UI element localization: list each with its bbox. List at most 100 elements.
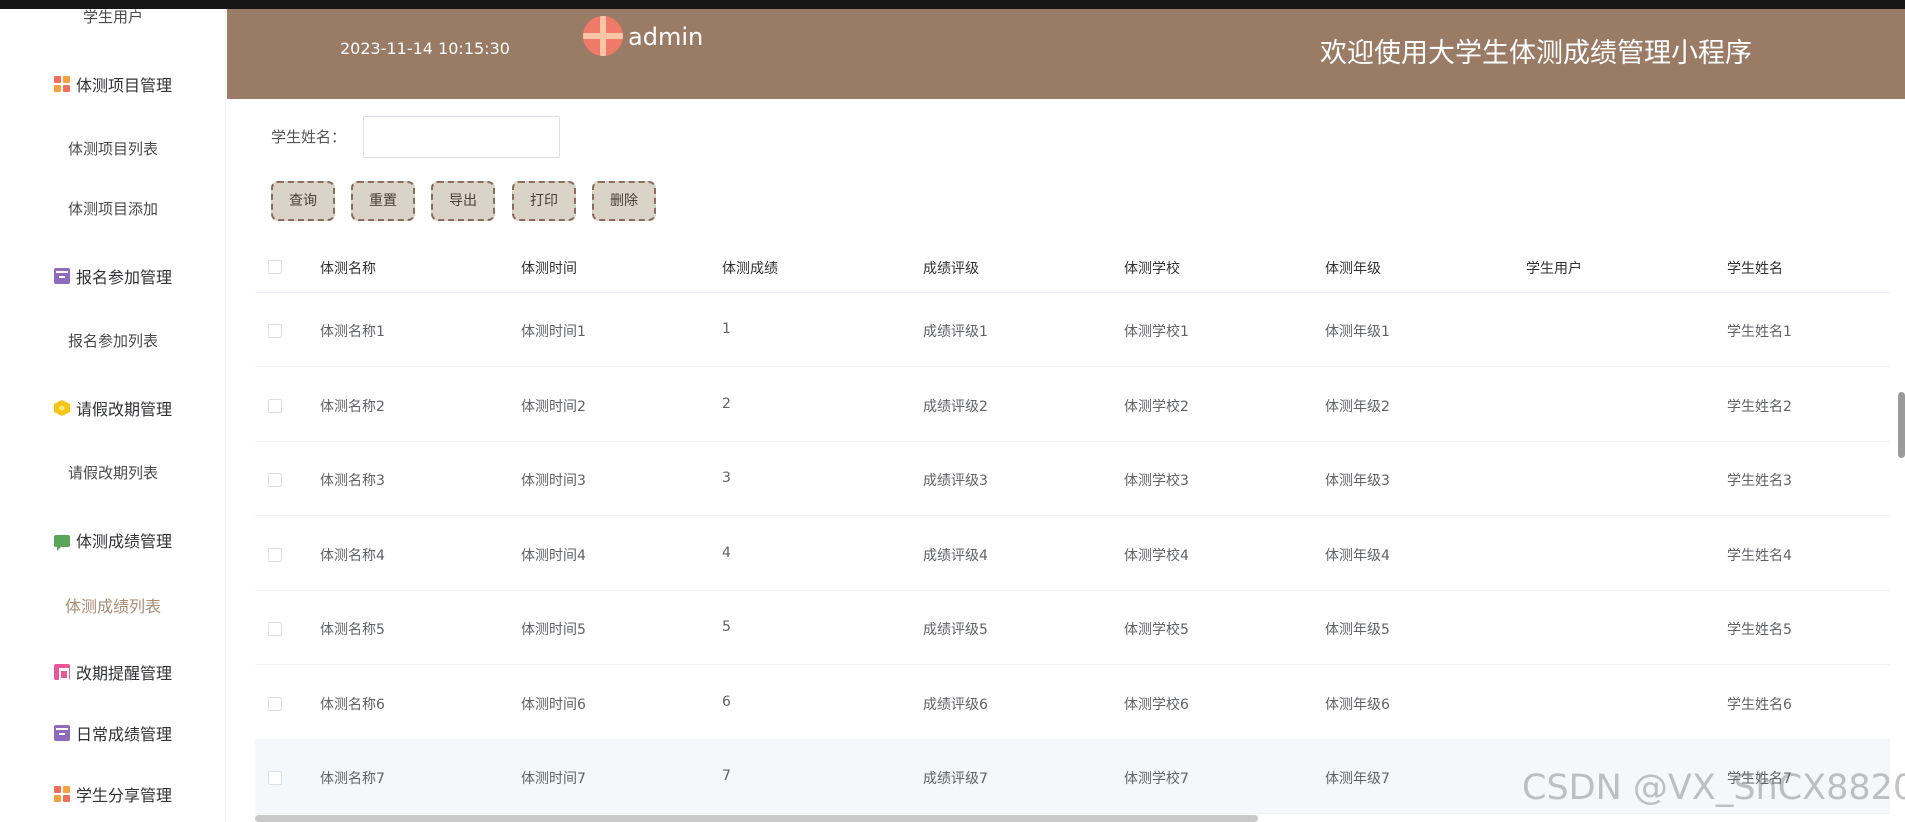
cell-student-name: 学生姓名5 bbox=[1727, 622, 1792, 638]
select-all-checkbox[interactable] bbox=[268, 260, 282, 274]
cell-test-school: 体测学校6 bbox=[1124, 696, 1189, 713]
row-checkbox[interactable] bbox=[268, 398, 282, 413]
row-checkbox[interactable] bbox=[268, 696, 282, 711]
cell-test-name: 体测名称7 bbox=[320, 771, 385, 787]
student-name-search-input[interactable] bbox=[363, 116, 560, 158]
sidebar-item-test-project-add[interactable]: 体测项目添加 bbox=[0, 198, 225, 219]
row-checkbox[interactable] bbox=[268, 771, 282, 785]
column-header-score-grade[interactable]: 成绩评级 bbox=[923, 258, 979, 278]
cell-test-school: 体测学校5 bbox=[1124, 622, 1189, 638]
table-row[interactable]: 体测名称1 体测时间1 1 成绩评级1 体测学校1 体测年级1 学生姓名1 bbox=[255, 293, 1890, 367]
cell-test-score: 6 bbox=[722, 693, 731, 710]
row-checkbox[interactable] bbox=[268, 324, 282, 338]
cell-score-grade: 成绩评级5 bbox=[923, 622, 988, 638]
cell-student-name: 学生姓名1 bbox=[1727, 324, 1792, 340]
column-header-student-user[interactable]: 学生用户 bbox=[1526, 258, 1582, 278]
top-header: 2023-11-14 10:15:30 admin 欢迎使用大学生体测成绩管理小… bbox=[227, 9, 1905, 99]
sidebar: 学生用户 体测项目管理 体测项目列表 体测项目添加 报名参加管理 报名参加列表 … bbox=[0, 9, 226, 822]
sidebar-item-label: 报名参加列表 bbox=[67, 332, 158, 350]
cell-student-name: 学生姓名2 bbox=[1727, 398, 1792, 415]
sidebar-group-leave-reschedule[interactable]: 请假改期管理 bbox=[0, 396, 225, 420]
print-button[interactable]: 打印 bbox=[512, 181, 576, 221]
sidebar-item-student-user[interactable]: 学生用户 bbox=[0, 9, 225, 27]
reset-button[interactable]: 重置 bbox=[351, 181, 415, 221]
column-header-test-name[interactable]: 体测名称 bbox=[320, 258, 376, 278]
cell-test-school: 体测学校3 bbox=[1124, 473, 1189, 489]
cell-score-grade: 成绩评级4 bbox=[923, 547, 988, 564]
sidebar-item-leave-reschedule-list[interactable]: 请假改期列表 bbox=[0, 462, 225, 483]
sidebar-item-label: 学生用户 bbox=[82, 9, 143, 26]
cell-test-score: 7 bbox=[722, 768, 731, 784]
export-button[interactable]: 导出 bbox=[431, 181, 495, 221]
cell-score-grade: 成绩评级2 bbox=[923, 398, 988, 415]
cell-score-grade: 成绩评级3 bbox=[923, 473, 988, 489]
sidebar-group-student-share[interactable]: 学生分享管理 bbox=[0, 782, 225, 806]
avatar[interactable] bbox=[583, 16, 623, 56]
sidebar-group-test-score[interactable]: 体测成绩管理 bbox=[0, 528, 225, 552]
chat-icon bbox=[53, 535, 70, 551]
column-header-test-time[interactable]: 体测时间 bbox=[521, 258, 577, 278]
table-row[interactable]: 体测名称6 体测时间6 6 成绩评级6 体测学校6 体测年级6 学生姓名6 bbox=[255, 666, 1890, 740]
cell-test-score: 4 bbox=[722, 544, 731, 561]
sidebar-group-registration[interactable]: 报名参加管理 bbox=[0, 264, 225, 288]
cell-score-grade: 成绩评级1 bbox=[923, 324, 988, 340]
column-header-test-grade[interactable]: 体测年级 bbox=[1325, 258, 1381, 278]
sidebar-group-test-project[interactable]: 体测项目管理 bbox=[0, 72, 225, 96]
sidebar-item-label: 请假改期列表 bbox=[67, 464, 158, 482]
horizontal-scrollbar[interactable] bbox=[255, 815, 1258, 822]
sidebar-group-label: 日常成绩管理 bbox=[75, 725, 172, 744]
cell-test-grade: 体测年级3 bbox=[1325, 473, 1390, 489]
table-row[interactable]: 体测名称4 体测时间4 4 成绩评级4 体测学校4 体测年级4 学生姓名4 bbox=[255, 517, 1890, 591]
sidebar-item-registration-list[interactable]: 报名参加列表 bbox=[0, 330, 225, 351]
sidebar-group-label: 体测项目管理 bbox=[75, 76, 172, 95]
sidebar-item-test-score-list[interactable]: 体测成绩列表 bbox=[0, 593, 225, 617]
row-checkbox[interactable] bbox=[268, 547, 282, 562]
cell-test-time: 体测时间4 bbox=[521, 547, 586, 564]
table-header-row: 体测名称 体测时间 体测成绩 成绩评级 体测学校 体测年级 学生用户 学生姓名 bbox=[255, 241, 1890, 293]
cell-test-score: 1 bbox=[722, 321, 731, 337]
cell-score-grade: 成绩评级7 bbox=[923, 771, 988, 787]
column-header-test-school[interactable]: 体测学校 bbox=[1124, 258, 1180, 278]
sidebar-group-label: 体测成绩管理 bbox=[75, 532, 172, 551]
cell-test-time: 体测时间1 bbox=[521, 324, 586, 340]
cell-test-time: 体测时间5 bbox=[521, 622, 586, 638]
grid-icon bbox=[53, 76, 70, 92]
page-title: 欢迎使用大学生体测成绩管理小程序 bbox=[1320, 38, 1752, 69]
sidebar-group-label: 报名参加管理 bbox=[75, 268, 172, 287]
cell-test-grade: 体测年级5 bbox=[1325, 622, 1390, 638]
sidebar-item-test-project-list[interactable]: 体测项目列表 bbox=[0, 138, 225, 159]
cell-test-name: 体测名称6 bbox=[320, 696, 385, 713]
sidebar-group-reschedule-reminder[interactable]: 改期提醒管理 bbox=[0, 660, 225, 684]
column-header-student-name[interactable]: 学生姓名 bbox=[1727, 258, 1783, 278]
cell-test-score: 3 bbox=[722, 470, 731, 486]
row-checkbox[interactable] bbox=[268, 473, 282, 487]
hexagon-icon bbox=[53, 400, 70, 416]
current-datetime: 2023-11-14 10:15:30 bbox=[340, 39, 510, 58]
sidebar-group-label: 学生分享管理 bbox=[75, 786, 172, 805]
cell-test-school: 体测学校4 bbox=[1124, 547, 1189, 564]
vertical-scrollbar[interactable] bbox=[1898, 392, 1905, 458]
sidebar-group-daily-score[interactable]: 日常成绩管理 bbox=[0, 721, 225, 745]
cell-test-school: 体测学校7 bbox=[1124, 771, 1189, 787]
table-row[interactable]: 体测名称5 体测时间5 5 成绩评级5 体测学校5 体测年级5 学生姓名5 bbox=[255, 591, 1890, 665]
row-checkbox[interactable] bbox=[268, 622, 282, 636]
cell-test-name: 体测名称4 bbox=[320, 547, 385, 564]
delete-button[interactable]: 删除 bbox=[592, 181, 656, 221]
cell-student-name: 学生姓名4 bbox=[1727, 547, 1792, 564]
username[interactable]: admin bbox=[628, 23, 703, 51]
query-button[interactable]: 查询 bbox=[271, 181, 335, 221]
cell-student-name: 学生姓名6 bbox=[1727, 696, 1792, 713]
cell-test-time: 体测时间2 bbox=[521, 398, 586, 415]
cell-test-grade: 体测年级2 bbox=[1325, 398, 1390, 415]
sidebar-item-label: 体测成绩列表 bbox=[64, 597, 161, 616]
cell-test-name: 体测名称3 bbox=[320, 473, 385, 489]
sidebar-item-label: 体测项目列表 bbox=[67, 140, 158, 158]
box-icon bbox=[53, 725, 70, 741]
cell-test-name: 体测名称1 bbox=[320, 324, 385, 340]
cell-student-name: 学生姓名3 bbox=[1727, 473, 1792, 489]
sidebar-item-label: 体测项目添加 bbox=[67, 200, 158, 218]
table-row[interactable]: 体测名称2 体测时间2 2 成绩评级2 体测学校2 体测年级2 学生姓名2 bbox=[255, 368, 1890, 442]
cell-test-score: 5 bbox=[722, 619, 731, 635]
column-header-test-score[interactable]: 体测成绩 bbox=[722, 258, 778, 278]
table-row[interactable]: 体测名称3 体测时间3 3 成绩评级3 体测学校3 体测年级3 学生姓名3 bbox=[255, 442, 1890, 516]
